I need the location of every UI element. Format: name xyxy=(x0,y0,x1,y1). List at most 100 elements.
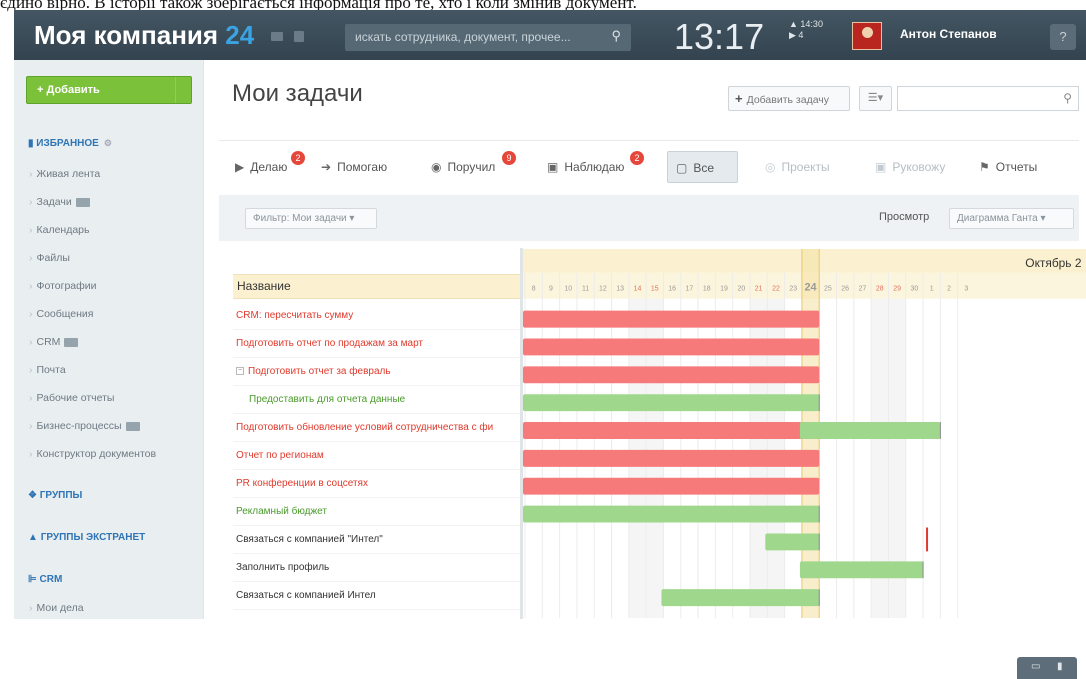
notification-icon[interactable] xyxy=(294,31,304,42)
projects-icon: ◎ xyxy=(765,160,776,174)
task-name[interactable]: Отчет по регионам xyxy=(236,450,324,461)
expand-toggle-icon[interactable]: − xyxy=(236,367,244,376)
counter-badge xyxy=(125,421,140,431)
task-search-input[interactable]: ⚲ xyxy=(897,86,1079,111)
avatar[interactable] xyxy=(852,22,882,50)
menu-toggle-icon[interactable] xyxy=(271,32,283,41)
tab-managing[interactable]: ▣ Руковожу xyxy=(867,151,953,183)
sidebar-item-live-feed[interactable]: › Живая лента xyxy=(29,168,100,180)
settings-icon[interactable]: ⚙ xyxy=(104,138,112,148)
alarm-info[interactable]: ▲ 14:30 ▶ 4 xyxy=(789,19,823,41)
sidebar-item-business-processes[interactable]: › Бизнес-процессы xyxy=(29,420,140,432)
day-label: 16 xyxy=(668,286,676,293)
sidebar-section-groups[interactable]: ❖ ГРУППЫ xyxy=(28,490,82,501)
counter-badge: 9 xyxy=(502,151,516,165)
day-label: 8 xyxy=(532,286,536,293)
sidebar-item-mail[interactable]: › Почта xyxy=(29,364,66,376)
view-mode-button[interactable]: ☰▾ xyxy=(859,86,892,111)
tab-assigned[interactable]: ◉ Поручил 9 xyxy=(423,151,516,183)
tab-doing[interactable]: ▶ Делаю 2 xyxy=(227,151,305,183)
user-name[interactable]: Антон Степанов xyxy=(900,27,997,41)
gantt-bar-ok xyxy=(523,394,820,412)
list-item[interactable]: Рекламный бюджет xyxy=(233,498,520,526)
task-name[interactable]: PR конференции в соцсетях xyxy=(236,478,368,489)
add-button[interactable]: + Добавить xyxy=(26,76,192,104)
panel-icon[interactable]: ▮ xyxy=(1057,661,1063,672)
day-label: 24 xyxy=(804,282,817,294)
task-name[interactable]: Заполнить профиль xyxy=(236,562,329,573)
list-item[interactable]: Заполнить профиль xyxy=(233,554,520,582)
tab-helping[interactable]: ➔ Помогаю xyxy=(313,151,395,183)
day-label: 26 xyxy=(841,286,849,293)
add-task-button[interactable]: + Добавить задачу xyxy=(728,86,850,111)
sidebar-section-crm[interactable]: ⊫ CRM xyxy=(28,574,62,585)
list-item[interactable]: Связаться с компанией Интел xyxy=(233,582,520,610)
sidebar-item-tasks[interactable]: › Задачи xyxy=(29,196,90,208)
sidebar-item-work-reports[interactable]: › Рабочие отчеты xyxy=(29,392,114,404)
day-label: 10 xyxy=(564,286,572,293)
company-logo[interactable]: Моя компания 24 xyxy=(34,20,254,51)
day-label: 11 xyxy=(582,286,589,293)
day-label: 21 xyxy=(755,286,763,293)
clock[interactable]: 13:17 xyxy=(674,16,764,58)
sidebar-item-calendar[interactable]: › Календарь xyxy=(29,224,90,236)
list-item[interactable]: − Подготовить отчет за февраль xyxy=(233,358,520,386)
task-name[interactable]: Связаться с компанией Интел xyxy=(236,590,376,601)
tab-reports[interactable]: ⚑ Отчеты xyxy=(971,151,1045,183)
task-name[interactable]: Подготовить отчет по продажам за март xyxy=(236,338,423,349)
sidebar-item-photos[interactable]: › Фотографии xyxy=(29,280,97,292)
task-name[interactable]: Предоставить для отчета данные xyxy=(249,394,405,405)
eye-icon: ◉ xyxy=(431,160,442,174)
task-name[interactable]: Подготовить отчет за февраль xyxy=(248,366,391,377)
add-dropdown-arrow[interactable] xyxy=(175,77,191,103)
search-input[interactable]: искать сотрудника, документ, прочее... ⚲ xyxy=(345,24,631,51)
list-item[interactable]: CRM: пересчитать сумму xyxy=(233,302,520,330)
chat-icon[interactable]: ▭ xyxy=(1031,661,1040,672)
counter-badge xyxy=(64,337,79,347)
tab-watching[interactable]: ▣ Наблюдаю 2 xyxy=(539,151,644,183)
tab-projects[interactable]: ◎ Проекты xyxy=(757,151,838,183)
groups-icon: ❖ xyxy=(28,490,37,501)
list-header[interactable]: Название xyxy=(233,274,520,299)
list-item[interactable]: Отчет по регионам xyxy=(233,442,520,470)
day-label: 13 xyxy=(616,286,624,293)
view-select[interactable]: Диаграмма Ганта ▾ xyxy=(949,208,1074,229)
list-item[interactable]: PR конференции в соцсетях xyxy=(233,470,520,498)
day-label: 27 xyxy=(859,286,867,293)
sidebar-item-my-activities[interactable]: › Мои дела xyxy=(29,602,84,614)
sidebar-item-document-builder[interactable]: › Конструктор документов xyxy=(29,448,156,460)
month-label: Октябрь 2 xyxy=(1025,256,1082,270)
help-button[interactable]: ? xyxy=(1050,24,1076,50)
gantt-bar-overdue xyxy=(523,477,820,495)
tab-all[interactable]: ▢ Все xyxy=(667,151,738,183)
task-name[interactable]: CRM: пересчитать сумму xyxy=(236,310,353,321)
flag-icon: ⚑ xyxy=(979,160,990,174)
search-icon[interactable]: ⚲ xyxy=(611,28,621,44)
page-title: Мои задачи xyxy=(232,80,363,107)
list-item[interactable]: Предоставить для отчета данные xyxy=(233,386,520,414)
list-item[interactable]: Подготовить отчет по продажам за март xyxy=(233,330,520,358)
list-item[interactable]: Связаться с компанией "Интел" xyxy=(233,526,520,554)
filter-dropdown[interactable]: Фильтр: Мои задачи ▾ xyxy=(245,208,377,229)
filter-bar: Фильтр: Мои задачи ▾ Просмотр Диаграмма … xyxy=(219,195,1079,241)
view-label: Просмотр xyxy=(879,211,930,223)
day-label: 25 xyxy=(824,286,832,293)
day-label: 23 xyxy=(789,286,797,293)
day-label: 12 xyxy=(599,286,607,293)
sidebar-section-favorites[interactable]: ▮ ИЗБРАННОЕ ⚙ xyxy=(28,138,112,149)
top-header: Моя компания 24 искать сотрудника, докум… xyxy=(14,10,1086,60)
task-name[interactable]: Связаться с компанией "Интел" xyxy=(236,534,383,545)
sidebar-item-files[interactable]: › Файлы xyxy=(29,252,70,264)
search-icon[interactable]: ⚲ xyxy=(1063,91,1072,105)
task-list: Название CRM: пересчитать сумму Подготови… xyxy=(233,272,520,619)
task-name[interactable]: Рекламный бюджет xyxy=(236,506,327,517)
task-name[interactable]: Подготовить обновление условий сотруднич… xyxy=(236,422,493,433)
day-label: 2 xyxy=(947,286,951,293)
sidebar-section-extranet[interactable]: ▲ ГРУППЫ ЭКСТРАНЕТ xyxy=(28,532,145,543)
sidebar: + Добавить ▮ ИЗБРАННОЕ ⚙ › Живая лента › За… xyxy=(14,60,204,619)
sidebar-item-messages[interactable]: › Сообщения xyxy=(29,308,94,320)
list-item[interactable]: Подготовить обновление условий сотруднич… xyxy=(233,414,520,442)
main-content: Мои задачи + Добавить задачу ☰▾ ⚲ ▶ Делаю 2… xyxy=(204,60,1086,679)
day-label: 17 xyxy=(686,286,694,293)
sidebar-item-crm[interactable]: › CRM xyxy=(29,336,79,348)
